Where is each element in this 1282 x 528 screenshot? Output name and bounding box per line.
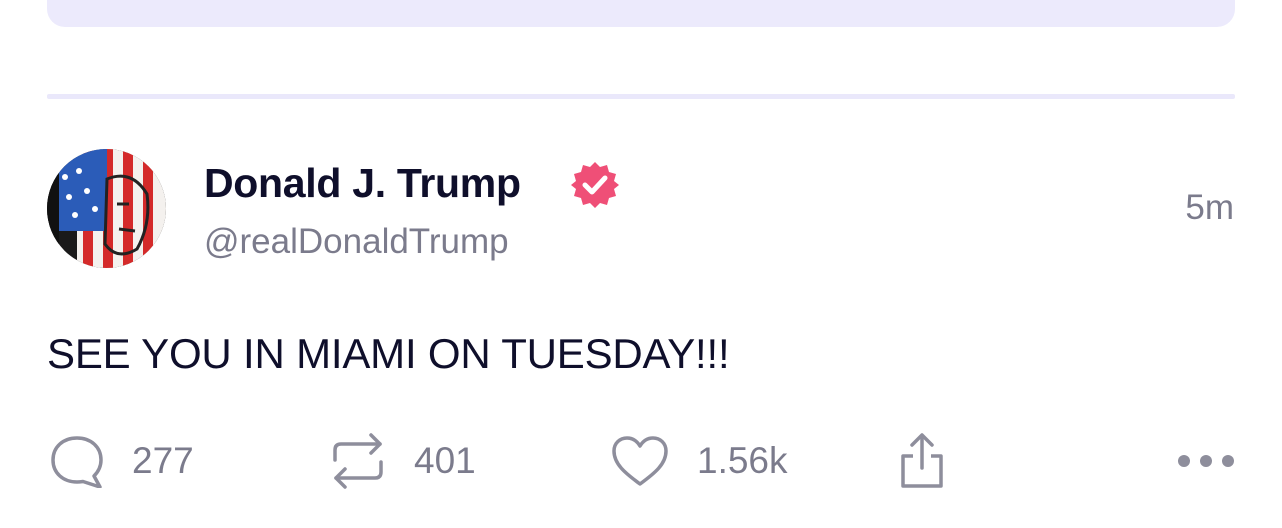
heart-icon: [612, 436, 668, 486]
post-text: SEE YOU IN MIAMI ON TUESDAY!!!: [47, 330, 730, 377]
repost-count: 401: [414, 440, 476, 481]
speech-bubble-icon: [51, 436, 103, 488]
more-dots-icon: [1178, 455, 1234, 467]
post-timestamp[interactable]: 5m: [1185, 188, 1234, 228]
repost-button[interactable]: 401: [330, 432, 476, 490]
author-display-name[interactable]: Donald J. Trump: [204, 160, 521, 207]
avatar[interactable]: [47, 149, 166, 268]
flag-portrait-avatar-icon: [47, 149, 166, 268]
post-divider: [47, 94, 1235, 99]
reply-button[interactable]: 277: [50, 432, 194, 490]
share-upload-icon: [901, 433, 943, 488]
more-options-button[interactable]: [1176, 432, 1236, 490]
repost-arrows-icon: [333, 433, 383, 489]
verified-badge-icon: [570, 160, 620, 210]
reply-count: 277: [132, 440, 194, 481]
like-button[interactable]: 1.56k: [611, 432, 788, 490]
author-handle[interactable]: @realDonaldTrump: [204, 222, 509, 262]
like-count: 1.56k: [697, 440, 788, 481]
share-button[interactable]: [898, 432, 946, 490]
previous-post-card: [47, 0, 1235, 27]
